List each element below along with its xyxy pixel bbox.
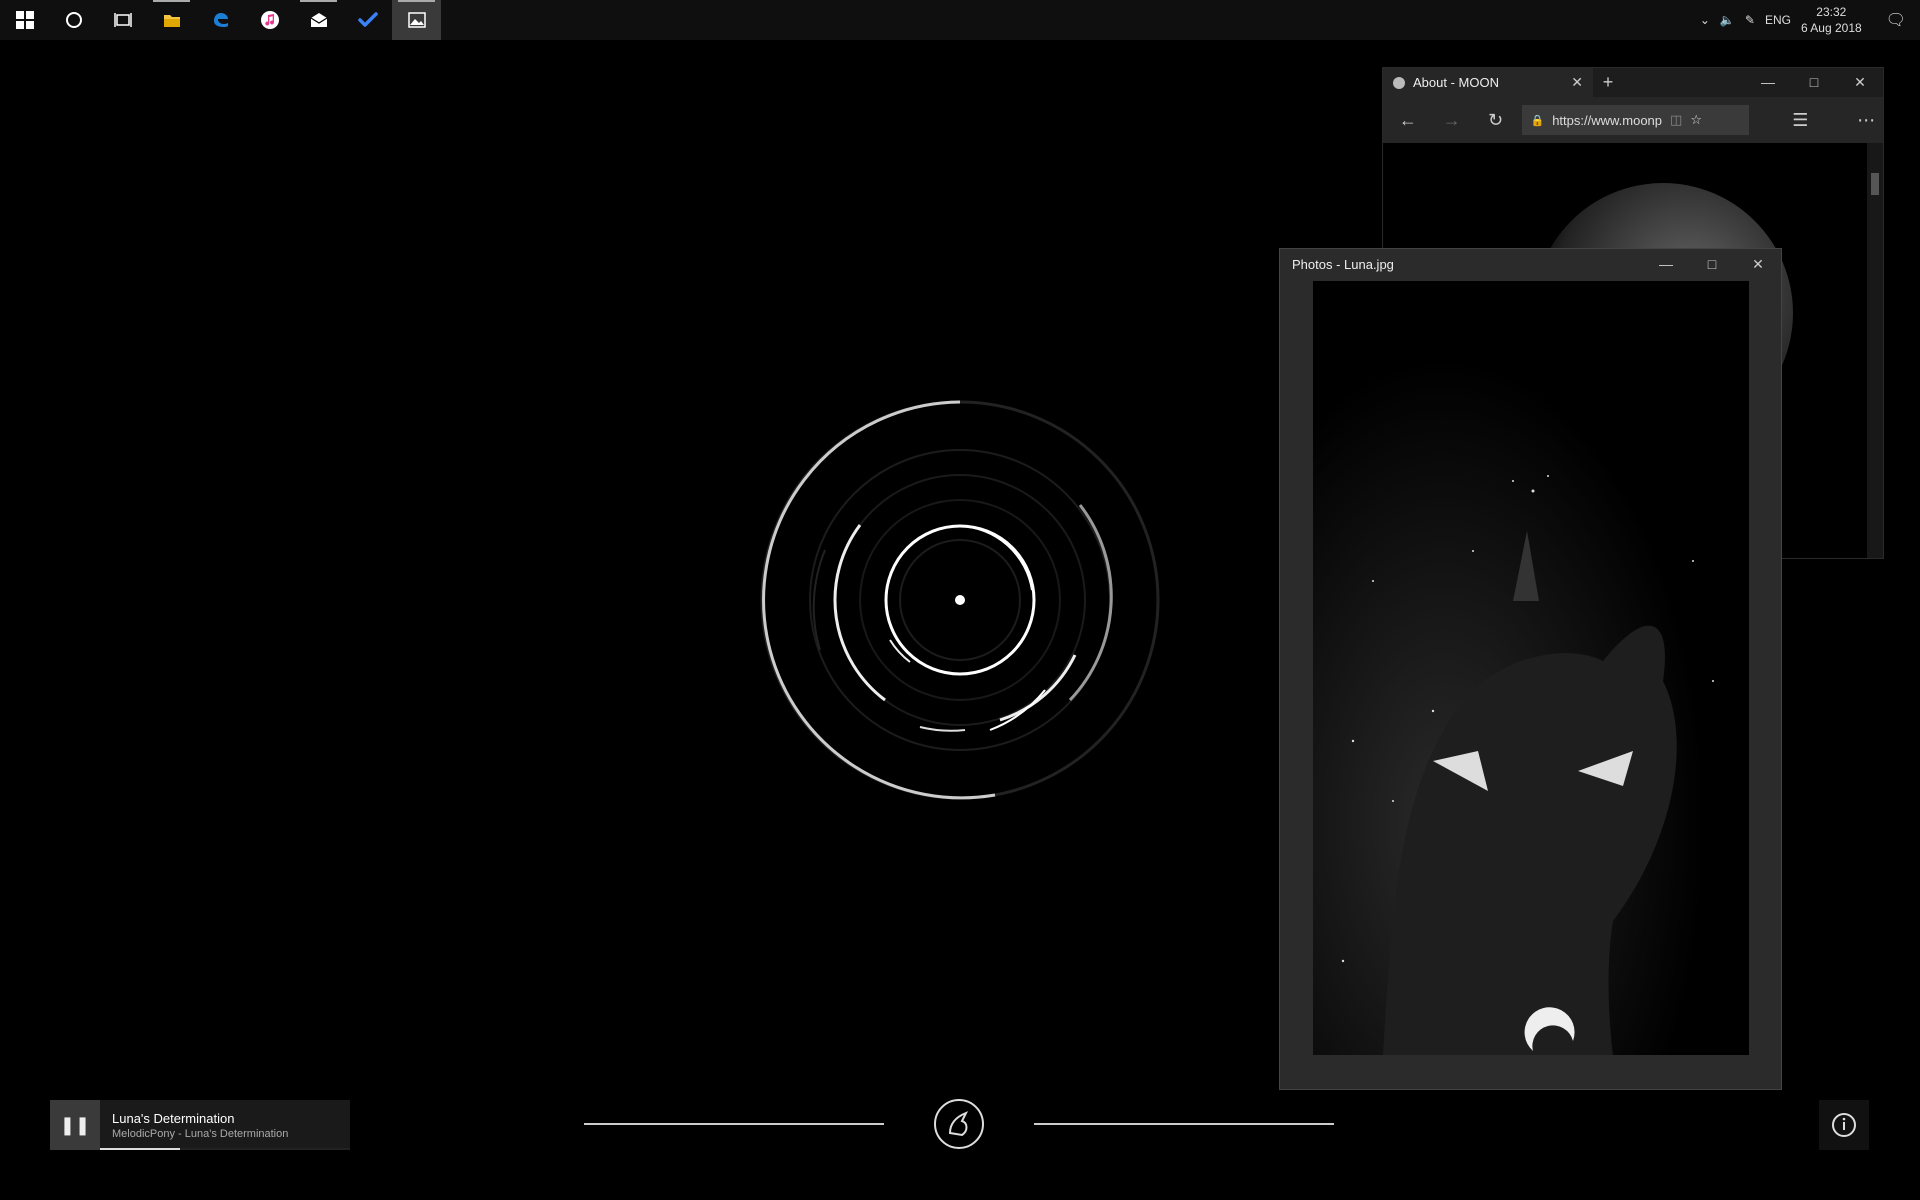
browser-tab[interactable]: About - MOON ✕: [1383, 68, 1593, 97]
favorites-list-icon[interactable]: ☰: [1783, 103, 1817, 137]
photos-icon[interactable]: [392, 0, 441, 40]
info-button[interactable]: [1819, 1100, 1869, 1150]
taskbar: ⌄ 🔈 ✎ ENG 23:32 6 Aug 2018 🗨: [0, 0, 1920, 40]
pause-button[interactable]: ❚❚: [50, 1100, 100, 1150]
url-text: https://www.moonp: [1552, 112, 1663, 128]
pen-icon[interactable]: ✎: [1745, 13, 1755, 27]
forward-arrow-icon[interactable]: →: [1435, 103, 1469, 137]
track-info: Luna's Determination MelodicPony - Luna'…: [100, 1111, 288, 1140]
music-player: ❚❚ Luna's Determination MelodicPony - Lu…: [50, 1100, 350, 1150]
maximize-button[interactable]: □: [1791, 74, 1837, 91]
new-tab-button[interactable]: +: [1593, 72, 1623, 93]
close-window-button[interactable]: ✕: [1735, 256, 1781, 273]
reading-view-icon[interactable]: ◫: [1670, 112, 1682, 128]
tab-title: About - MOON: [1413, 75, 1499, 90]
clock[interactable]: 23:32 6 Aug 2018: [1801, 4, 1862, 36]
todo-check-icon[interactable]: [343, 0, 392, 40]
track-progress-bar[interactable]: [100, 1148, 350, 1150]
edge-nav-bar: ← → ↻ 🔒 https://www.moonp ◫ ☆ ☰ ⋯: [1383, 97, 1883, 143]
back-arrow-icon[interactable]: ←: [1391, 103, 1425, 137]
unicorn-logo-icon[interactable]: [934, 1099, 984, 1149]
windows-start-icon[interactable]: [0, 0, 49, 40]
photos-title-bar: Photos - Luna.jpg — □ ✕: [1280, 249, 1781, 279]
track-artist: MelodicPony - Luna's Determination: [112, 1127, 289, 1140]
photos-window: Photos - Luna.jpg — □ ✕: [1279, 248, 1782, 1090]
edge-icon[interactable]: [196, 0, 245, 40]
system-tray: ⌄ 🔈 ✎ ENG 23:32 6 Aug 2018 🗨: [1700, 0, 1920, 40]
task-view-icon[interactable]: [98, 0, 147, 40]
lock-icon: 🔒: [1530, 114, 1545, 127]
maximize-button[interactable]: □: [1689, 256, 1735, 273]
moon-favicon-icon: [1393, 76, 1405, 89]
address-bar[interactable]: 🔒 https://www.moonp ◫ ☆: [1522, 105, 1750, 135]
language-indicator[interactable]: ENG: [1765, 13, 1791, 27]
file-explorer-icon[interactable]: [147, 0, 196, 40]
volume-icon[interactable]: 🔈: [1720, 13, 1735, 27]
close-tab-icon[interactable]: ✕: [1571, 74, 1583, 91]
circular-visualizer: [760, 400, 1160, 800]
clock-time: 23:32: [1816, 5, 1847, 19]
track-progress-fill: [100, 1148, 180, 1150]
divider-line-left: [584, 1123, 884, 1125]
luna-image: [1313, 281, 1749, 1055]
refresh-icon[interactable]: ↻: [1479, 103, 1513, 137]
photos-window-controls: — □ ✕: [1643, 256, 1781, 273]
close-window-button[interactable]: ✕: [1837, 74, 1883, 91]
photos-window-title: Photos - Luna.jpg: [1292, 256, 1394, 272]
chevron-up-icon[interactable]: ⌄: [1700, 13, 1710, 27]
clock-date: 6 Aug 2018: [1800, 21, 1862, 35]
itunes-icon[interactable]: [245, 0, 294, 40]
edge-scrollbar[interactable]: [1867, 143, 1883, 558]
edge-window-controls: — □ ✕: [1745, 74, 1883, 91]
favorite-star-icon[interactable]: ☆: [1690, 112, 1702, 128]
cortana-icon[interactable]: [49, 0, 98, 40]
scrollbar-thumb[interactable]: [1871, 173, 1879, 195]
mail-icon[interactable]: [294, 0, 343, 40]
track-title: Luna's Determination: [112, 1110, 235, 1126]
divider-line-right: [1034, 1123, 1334, 1125]
minimize-button[interactable]: —: [1745, 74, 1791, 91]
more-options-icon[interactable]: ⋯: [1849, 103, 1883, 137]
action-center-icon[interactable]: 🗨: [1886, 10, 1906, 30]
minimize-button[interactable]: —: [1643, 256, 1689, 273]
edge-tab-row: About - MOON ✕ + — □ ✕: [1383, 68, 1883, 97]
